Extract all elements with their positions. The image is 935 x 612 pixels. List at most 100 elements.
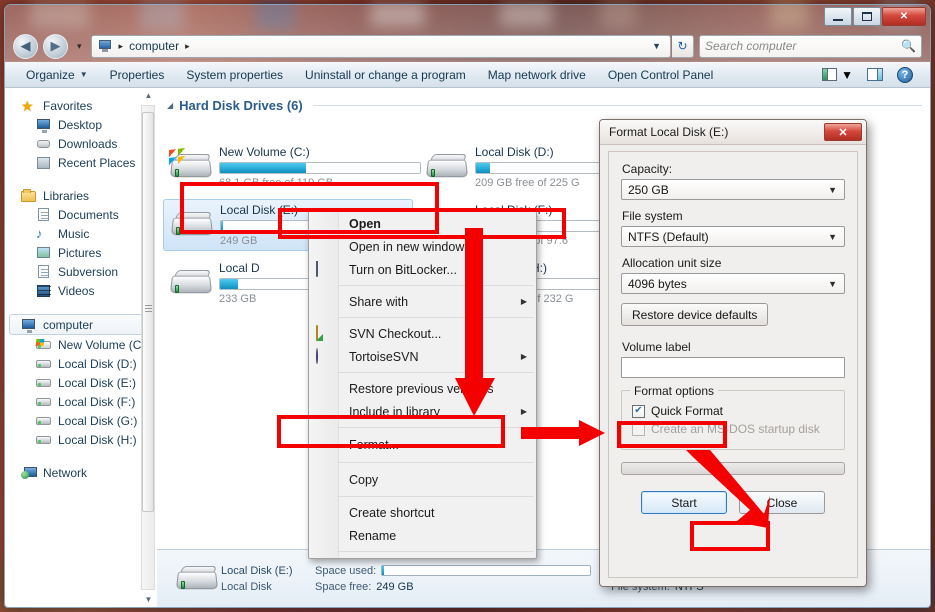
group-title: Hard Disk Drives (6) (179, 98, 303, 113)
capacity-select[interactable]: 250 GB ▼ (621, 179, 845, 200)
close-button[interactable]: ✕ (882, 7, 926, 26)
restore-device-defaults-button[interactable]: Restore device defaults (621, 303, 769, 326)
sidebar-item-favorites[interactable]: ★ Favorites (5, 96, 157, 115)
sidebar-item-label: Local Disk (H:) (58, 432, 137, 447)
sidebar-item-downloads[interactable]: Downloads (5, 134, 157, 153)
menu-separator (339, 372, 534, 373)
toolbar-item-uninstall-change-program[interactable]: Uninstall or change a program (294, 64, 477, 86)
breadcrumb-bar[interactable]: ▸ computer ▸ ▼ (90, 34, 671, 58)
sidebar-item-desktop[interactable]: Desktop (5, 115, 157, 134)
menu-item-label: Copy (349, 472, 379, 487)
menu-item-rename[interactable]: Rename (309, 524, 536, 547)
toolbar-item-properties[interactable]: Properties (99, 64, 176, 86)
windows-drive-icon (36, 338, 52, 352)
forward-button[interactable]: ▶ (43, 33, 68, 59)
sidebar-item-computer[interactable]: computer (9, 314, 151, 335)
sidebar-item-label: Subversion (58, 264, 119, 279)
navigation-pane: ★ Favorites Desktop Downloads Recent Pla… (5, 88, 157, 607)
help-button[interactable]: ? (890, 66, 920, 83)
breadcrumb-dropdown-icon[interactable]: ▼ (652, 41, 667, 51)
format-options-group: Format options ✔ Quick Format Create an … (621, 384, 845, 450)
breadcrumb-item-computer[interactable]: computer (127, 39, 181, 53)
sidebar-item-libraries[interactable]: Libraries (5, 186, 157, 205)
quick-format-checkbox[interactable]: ✔ Quick Format (632, 402, 834, 420)
toolbar-item-organize[interactable]: Organize ▼ (15, 64, 99, 86)
menu-item-tortoisesvn[interactable]: TortoiseSVN ▶ (309, 345, 536, 368)
change-view-button[interactable]: ▼ (815, 68, 860, 82)
scrollbar-thumb[interactable] (142, 112, 154, 512)
dialog-close-button[interactable]: ✕ (824, 123, 862, 141)
drive-icon (36, 414, 52, 428)
scroll-down-icon[interactable]: ▼ (143, 594, 154, 605)
navigation-pane-scrollbar[interactable]: ▲ ▼ (141, 90, 155, 605)
collapse-icon[interactable]: ◢ (167, 101, 173, 110)
sidebar-item-label: Videos (58, 283, 95, 298)
chevron-down-icon: ▼ (828, 184, 837, 195)
checkbox-unchecked-icon (632, 422, 645, 436)
group-header-hard-disk-drives[interactable]: ◢ Hard Disk Drives (6) (157, 88, 930, 119)
file-system-select[interactable]: NTFS (Default) ▼ (621, 226, 845, 247)
sidebar-item-documents[interactable]: Documents (5, 205, 157, 224)
menu-item-format[interactable]: Format... (309, 432, 536, 458)
drive-icon (167, 263, 215, 303)
sidebar-item-local-disk-g[interactable]: Local Disk (G:) (5, 411, 157, 430)
volume-label-input[interactable] (621, 357, 845, 378)
menu-item-include-in-library[interactable]: Include in library ▶ (309, 400, 536, 423)
sidebar-item-videos[interactable]: Videos (5, 281, 157, 300)
drive-icon (36, 376, 52, 390)
menu-item-copy[interactable]: Copy (309, 467, 536, 492)
quick-format-label: Quick Format (651, 404, 724, 418)
sidebar-item-recent-places[interactable]: Recent Places (5, 153, 157, 172)
menu-item-open-in-new-window[interactable]: Open in new window (309, 235, 536, 258)
context-menu: Open Open in new window Turn on BitLocke… (308, 211, 537, 559)
menu-item-turn-on-bitlocker[interactable]: Turn on BitLocker... (309, 258, 536, 281)
drive-tile-new-volume-c[interactable]: New Volume (C:) 68.1 GB free of 119 GB (163, 141, 421, 193)
menu-separator (339, 317, 534, 318)
menu-item-share-with[interactable]: Share with ▶ (309, 290, 536, 313)
preview-pane-icon (867, 68, 883, 81)
toolbar-item-open-control-panel[interactable]: Open Control Panel (597, 64, 724, 86)
toolbar-item-system-properties[interactable]: System properties (175, 64, 294, 86)
search-box[interactable]: Search computer 🔍 (699, 34, 922, 58)
sidebar-item-pictures[interactable]: Pictures (5, 243, 157, 262)
menu-item-create-shortcut[interactable]: Create shortcut (309, 501, 536, 524)
recent-locations-icon[interactable]: ▾ (73, 41, 86, 52)
allocation-unit-size-select[interactable]: 4096 bytes ▼ (621, 273, 845, 294)
sidebar-item-subversion[interactable]: Subversion (5, 262, 157, 281)
refresh-button[interactable]: ↻ (672, 34, 694, 58)
sidebar-item-new-volume-c[interactable]: New Volume (C:) (5, 335, 157, 354)
search-input[interactable]: Search computer (705, 39, 901, 53)
menu-separator (339, 427, 534, 428)
maximize-button[interactable] (853, 7, 881, 26)
minimize-button[interactable] (824, 7, 852, 26)
menu-item-label: Create shortcut (349, 505, 435, 520)
menu-item-svn-checkout[interactable]: SVN Checkout... (309, 322, 536, 345)
sidebar-item-local-disk-h[interactable]: Local Disk (H:) (5, 430, 157, 449)
toolbar-label: Organize (26, 67, 75, 82)
details-disk-name: Local Disk (E:) (221, 564, 293, 577)
sidebar-item-music[interactable]: ♪ Music (5, 224, 157, 243)
drive-icon (36, 357, 52, 371)
menu-separator (339, 551, 534, 552)
show-preview-pane-button[interactable] (860, 68, 890, 81)
breadcrumb-separator-icon: ▸ (118, 40, 124, 51)
sidebar-item-label: Music (58, 226, 90, 241)
sidebar-item-local-disk-e[interactable]: Local Disk (E:) (5, 373, 157, 392)
details-space-free-value: 249 GB (376, 580, 414, 593)
toolbar-item-map-network-drive[interactable]: Map network drive (477, 64, 597, 86)
arrow-quickformat-to-start (686, 450, 770, 528)
sidebar-item-label: Downloads (58, 136, 118, 151)
back-button[interactable]: ◀ (13, 33, 38, 59)
sidebar-item-network[interactable]: Network (5, 463, 157, 482)
breadcrumb-separator-icon[interactable]: ▸ (181, 41, 194, 52)
menu-item-properties[interactable]: Properties (309, 556, 536, 558)
menu-item-restore-previous-versions[interactable]: Restore previous versions (309, 377, 536, 400)
sidebar-item-label: Network (43, 465, 88, 480)
sidebar-item-local-disk-d[interactable]: Local Disk (D:) (5, 354, 157, 373)
menu-item-open[interactable]: Open (309, 212, 536, 235)
command-toolbar: Organize ▼ Properties System properties … (5, 62, 930, 88)
menu-separator (339, 496, 534, 497)
drive-usage-bar (219, 162, 421, 174)
sidebar-item-local-disk-f[interactable]: Local Disk (F:) (5, 392, 157, 411)
scroll-up-icon[interactable]: ▲ (143, 90, 154, 101)
